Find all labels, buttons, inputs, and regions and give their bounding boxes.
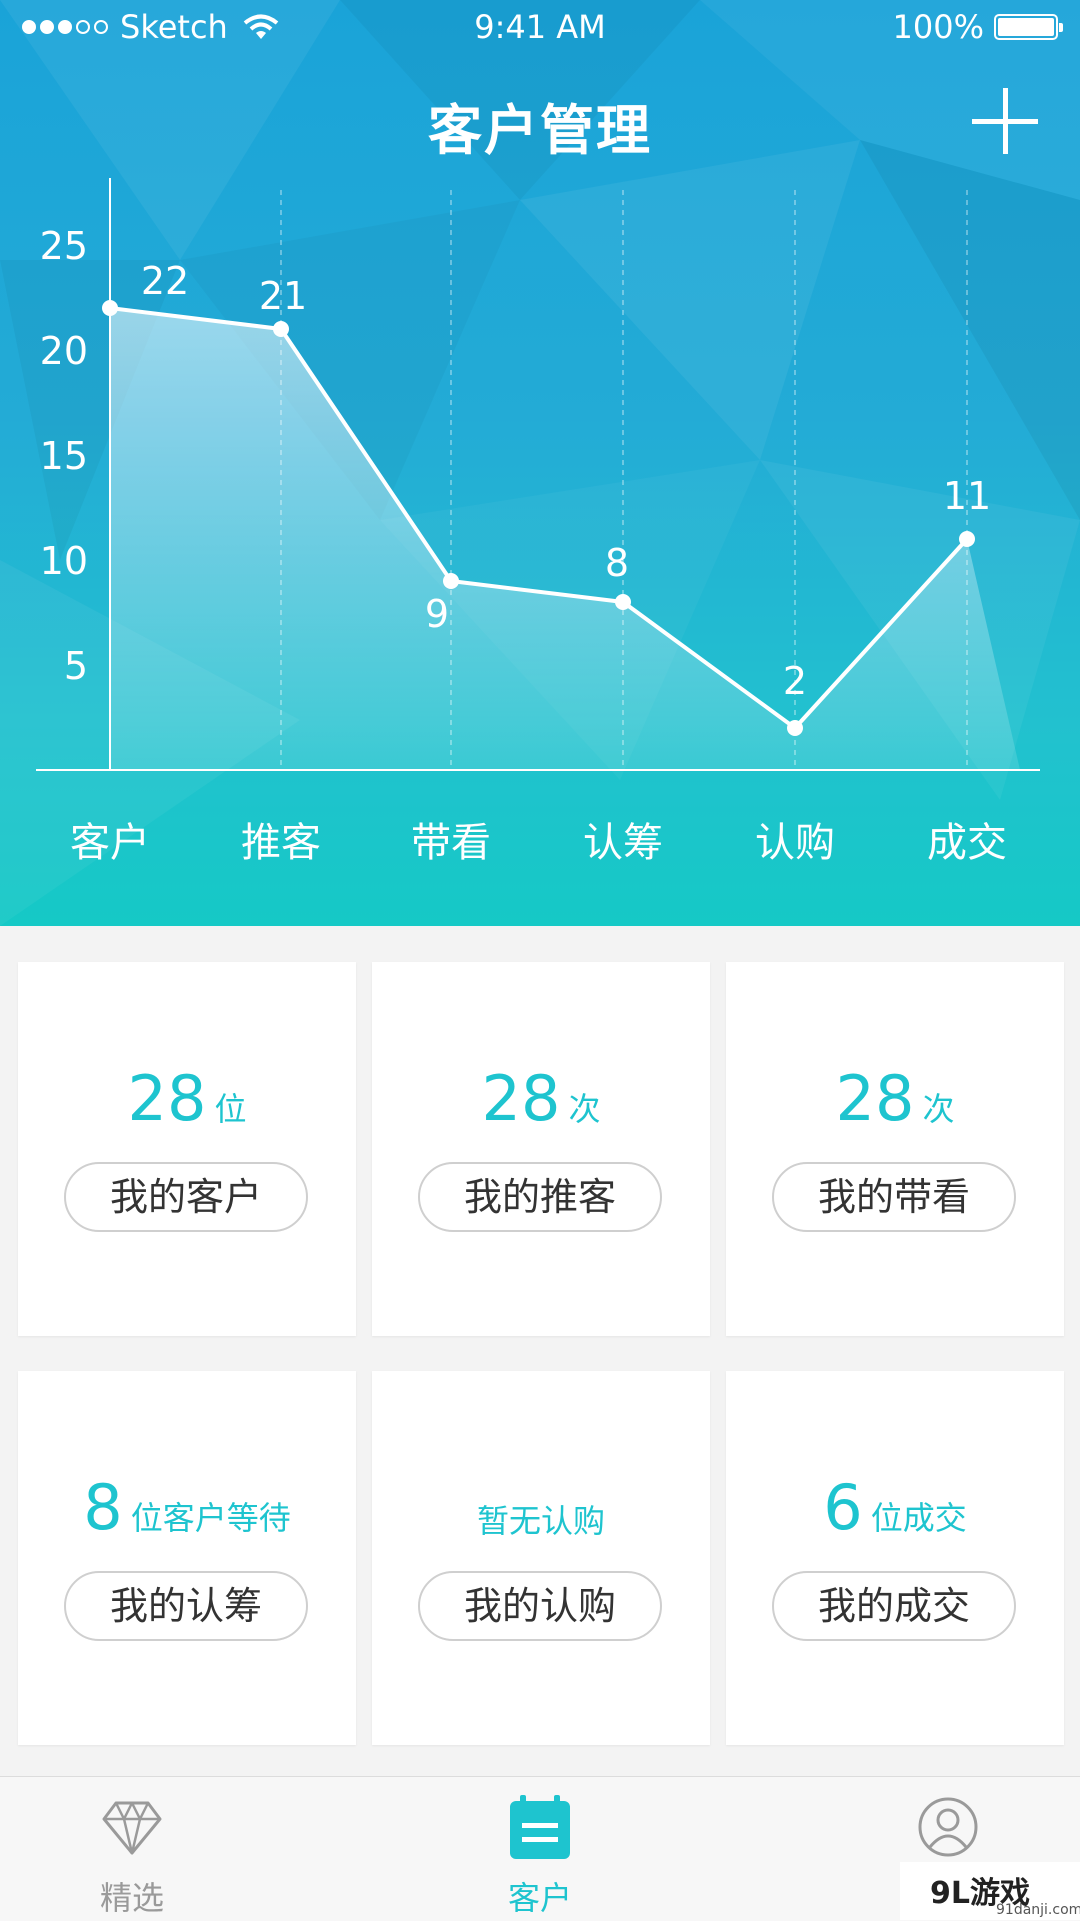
data-point	[102, 300, 118, 316]
my-customers-button[interactable]: 我的客户	[64, 1162, 308, 1232]
header-hero: Sketch 9:41 AM 100% 客户管理 5 10 15 20 25 22 21 9…	[0, 0, 1080, 926]
y-tick-label: 20	[40, 329, 88, 373]
card-stat: 28 次	[726, 1062, 1064, 1142]
stat-value: 28	[835, 1062, 915, 1135]
card-stat: 8 位客户等待	[18, 1471, 356, 1551]
data-point	[273, 321, 289, 337]
stat-unit: 位客户等待	[130, 1499, 291, 1537]
card-stat: 暂无认购	[372, 1471, 710, 1551]
card-my-viewings: 28 次 我的带看	[726, 962, 1064, 1336]
stat-unit: 位成交	[870, 1499, 967, 1537]
site-watermark: 9L游戏 91danji.com	[900, 1862, 1080, 1920]
card-my-purchases: 暂无认购 我的认购	[372, 1371, 710, 1745]
funnel-line-chart: 5 10 15 20 25 22 21 9 8 2 11	[36, 178, 1040, 771]
card-my-referrals: 28 次 我的推客	[372, 962, 710, 1336]
tab-label: 客户	[507, 1879, 572, 1917]
x-tick-label: 客户	[70, 820, 150, 866]
stat-unit: 次	[922, 1090, 955, 1128]
x-tick-label: 成交	[927, 820, 1007, 866]
stat-unit: 次	[568, 1090, 601, 1128]
tab-featured[interactable]: 精选	[32, 1777, 232, 1921]
data-label: 9	[425, 592, 449, 636]
diamond-icon	[102, 1801, 162, 1855]
series-area	[110, 308, 1020, 770]
data-label: 22	[141, 259, 189, 303]
card-my-customers: 28 位 我的客户	[18, 962, 356, 1336]
my-purchases-button[interactable]: 我的认购	[418, 1571, 662, 1641]
data-label: 11	[943, 474, 991, 518]
watermark-subtext: 91danji.com	[996, 1902, 1080, 1918]
y-tick-label: 15	[40, 434, 88, 478]
my-subscriptions-button[interactable]: 我的认筹	[64, 1571, 308, 1641]
card-stat: 6 位成交	[726, 1471, 1064, 1551]
card-my-subscriptions: 8 位客户等待 我的认筹	[18, 1371, 356, 1745]
my-viewings-button[interactable]: 我的带看	[772, 1162, 1016, 1232]
data-point	[443, 573, 459, 589]
my-deals-button[interactable]: 我的成交	[772, 1571, 1016, 1641]
stat-value: 8	[83, 1471, 123, 1544]
x-tick-label: 带看	[411, 820, 491, 866]
stat-value: 6	[823, 1471, 863, 1544]
y-tick-label: 25	[40, 224, 88, 268]
stat-value: 28	[481, 1062, 561, 1135]
stat-unit: 位	[214, 1090, 247, 1128]
card-stat: 28 次	[372, 1062, 710, 1142]
data-point	[787, 720, 803, 736]
y-tick-label: 5	[64, 644, 88, 688]
card-stat: 28 位	[18, 1062, 356, 1142]
stat-value: 28	[127, 1062, 207, 1135]
notepad-icon	[510, 1795, 570, 1859]
x-tick-label: 认购	[755, 820, 835, 866]
x-axis-labels: 客户 推客 带看 认筹 认购 成交	[0, 810, 1080, 870]
x-tick-label: 认筹	[583, 820, 663, 866]
data-label: 2	[783, 659, 807, 703]
card-my-deals: 6 位成交 我的成交	[726, 1371, 1064, 1745]
stat-empty-text: 暂无认购	[476, 1502, 605, 1540]
my-referrals-button[interactable]: 我的推客	[418, 1162, 662, 1232]
data-point	[615, 594, 631, 610]
x-tick-label: 推客	[241, 820, 321, 866]
tab-customers[interactable]: 客户	[440, 1777, 640, 1921]
data-label: 8	[605, 541, 629, 585]
y-tick-label: 10	[40, 539, 88, 583]
data-label: 21	[259, 274, 307, 318]
data-point	[959, 531, 975, 547]
user-icon	[918, 1797, 978, 1857]
tab-label: 精选	[99, 1879, 164, 1917]
